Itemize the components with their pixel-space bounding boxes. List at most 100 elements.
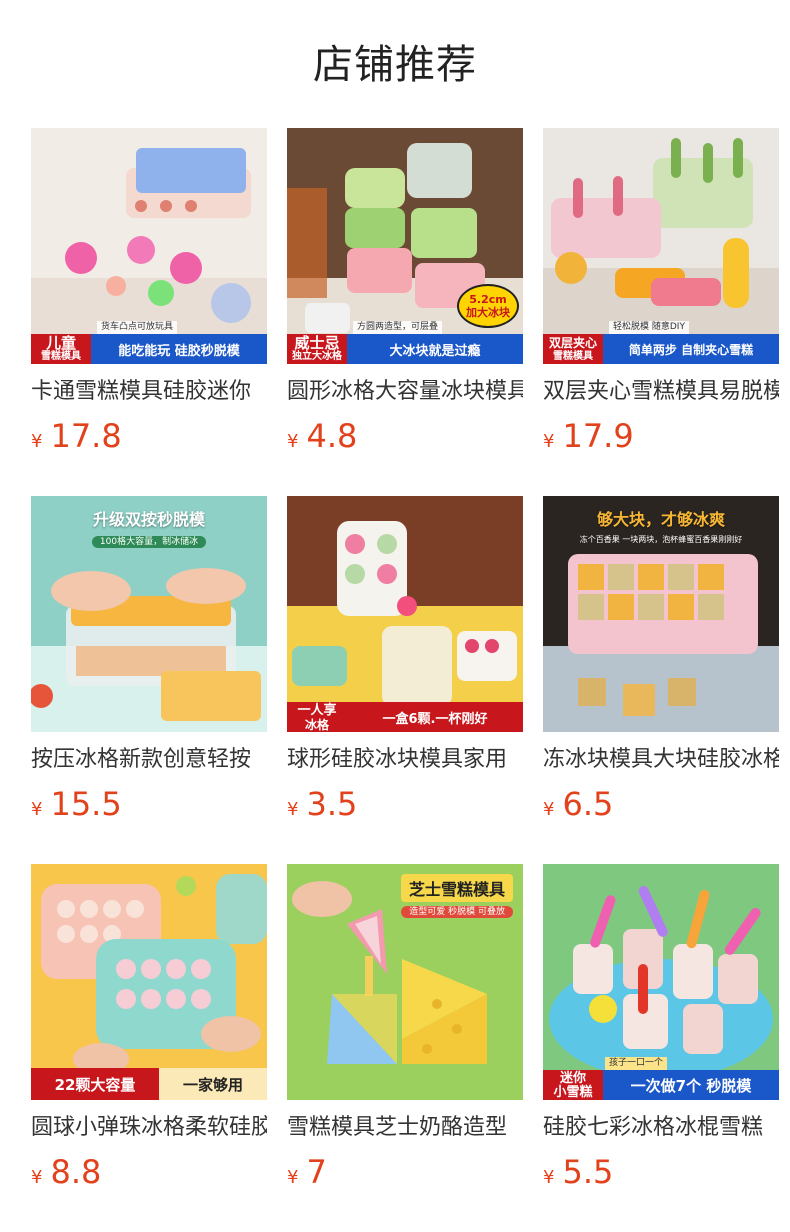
price-amount: 17.8 xyxy=(50,417,122,455)
product-image[interactable]: 孩子一口一个 迷你 小雪糕 一次做7个 秒脱模 xyxy=(543,864,779,1100)
image-banner: 一人享 冰格 一盒6颗.一杯刚好 xyxy=(287,702,523,732)
image-headline: 升级双按秒脱模 xyxy=(92,510,205,529)
product-price: ¥7 xyxy=(287,1152,523,1192)
product-price: ¥4.8 xyxy=(287,416,523,456)
product-card[interactable]: 孩子一口一个 迷你 小雪糕 一次做7个 秒脱模 硅胶七彩冰格冰棍雪糕 ¥5.5 xyxy=(543,864,779,1232)
product-grid: 货车凸点可放玩具 儿童 雪糕模具 能吃能玩 硅胶秒脱模 卡通雪糕模具硅胶迷你 ¥… xyxy=(31,128,779,1232)
currency-symbol: ¥ xyxy=(287,1167,299,1188)
product-image[interactable]: 5.2cm 加大冰块 方圆两造型，可层叠 威士忌 独立大冰格 大冰块就是过瘾 xyxy=(287,128,523,364)
product-image[interactable]: 升级双按秒脱模 100格大容量，制冰储冰 xyxy=(31,496,267,732)
image-subcaption: 货车凸点可放玩具 xyxy=(97,321,178,334)
image-tag-line1: 儿童 xyxy=(45,334,76,352)
product-price: ¥5.5 xyxy=(543,1152,779,1192)
price-amount: 8.8 xyxy=(50,1153,102,1191)
currency-symbol: ¥ xyxy=(543,1167,555,1188)
product-image[interactable]: 一人享 冰格 一盒6颗.一杯刚好 xyxy=(287,496,523,732)
image-subcaption: 方圆两造型，可层叠 xyxy=(353,321,443,334)
page-title: 店铺推荐 xyxy=(313,42,477,88)
image-banner: 双层夹心 雪糕模具 简单两步 自制夹心雪糕 xyxy=(543,334,779,364)
image-tag-line2: 独立大冰格 xyxy=(292,351,342,362)
product-price: ¥17.9 xyxy=(543,416,779,456)
image-slogan: 简单两步 自制夹心雪糕 xyxy=(603,334,779,364)
product-title[interactable]: 按压冰格新款创意轻按 xyxy=(31,742,267,778)
product-card[interactable]: 22颗大容量 一家够用 圆球小弹珠冰格柔软硅胶 ¥8.8 xyxy=(31,864,267,1232)
product-photo xyxy=(543,496,779,732)
image-headline: 芝士雪糕模具 xyxy=(400,874,513,902)
product-card[interactable]: 货车凸点可放玩具 儿童 雪糕模具 能吃能玩 硅胶秒脱模 卡通雪糕模具硅胶迷你 ¥… xyxy=(31,128,267,496)
product-card[interactable]: 轻松脱模 随意DIY 双层夹心 雪糕模具 简单两步 自制夹心雪糕 双层夹心雪糕模… xyxy=(543,128,779,496)
image-slogan-right: 一家够用 xyxy=(159,1068,267,1100)
product-price: ¥15.5 xyxy=(31,784,267,824)
product-price: ¥3.5 xyxy=(287,784,523,824)
product-image[interactable]: 轻松脱模 随意DIY 双层夹心 雪糕模具 简单两步 自制夹心雪糕 xyxy=(543,128,779,364)
image-slogan-left: 22颗大容量 xyxy=(31,1068,159,1100)
price-amount: 15.5 xyxy=(50,785,122,823)
image-tag: 双层夹心 雪糕模具 xyxy=(543,334,603,364)
image-tag: 儿童 雪糕模具 xyxy=(31,334,91,364)
price-amount: 6.5 xyxy=(562,785,614,823)
product-title[interactable]: 球形硅胶冰块模具家用 xyxy=(287,742,523,778)
product-title[interactable]: 硅胶七彩冰格冰棍雪糕 xyxy=(543,1110,779,1146)
image-tag-line2: 雪糕模具 xyxy=(553,351,593,362)
product-title[interactable]: 卡通雪糕模具硅胶迷你 xyxy=(31,374,267,410)
product-card[interactable]: 够大块，才够冰爽 冻个百香果 一块两块，泡杯蜂蜜百香果刚刚好 冻冰块模具大块硅胶… xyxy=(543,496,779,864)
image-banner: 22颗大容量 一家够用 xyxy=(31,1068,267,1100)
product-title[interactable]: 圆形冰格大容量冰块模具 xyxy=(287,374,523,410)
product-price: ¥17.8 xyxy=(31,416,267,456)
price-amount: 17.9 xyxy=(562,417,634,455)
price-amount: 4.8 xyxy=(306,417,358,455)
product-card[interactable]: 5.2cm 加大冰块 方圆两造型，可层叠 威士忌 独立大冰格 大冰块就是过瘾 圆… xyxy=(287,128,523,496)
price-amount: 5.5 xyxy=(562,1153,614,1191)
image-banner: 威士忌 独立大冰格 大冰块就是过瘾 xyxy=(287,334,523,364)
product-title[interactable]: 双层夹心雪糕模具易脱模 xyxy=(543,374,779,410)
image-tag: 威士忌 独立大冰格 xyxy=(287,334,347,364)
price-amount: 3.5 xyxy=(306,785,358,823)
image-tag-line1: 威士忌 xyxy=(294,334,340,352)
image-subcaption: 轻松脱模 随意DIY xyxy=(609,321,689,334)
image-tag-line2: 小雪糕 xyxy=(553,1085,593,1100)
product-photo xyxy=(31,496,267,732)
image-tag-line2: 雪糕模具 xyxy=(41,351,81,362)
currency-symbol: ¥ xyxy=(287,431,299,452)
image-tag-line1: 一人享 xyxy=(297,703,337,718)
product-image[interactable]: 货车凸点可放玩具 儿童 雪糕模具 能吃能玩 硅胶秒脱模 xyxy=(31,128,267,364)
product-price: ¥6.5 xyxy=(543,784,779,824)
size-badge-line2: 加大冰块 xyxy=(466,306,510,319)
image-subcaption: 孩子一口一个 xyxy=(605,1057,668,1070)
product-image[interactable]: 够大块，才够冰爽 冻个百香果 一块两块，泡杯蜂蜜百香果刚刚好 xyxy=(543,496,779,732)
currency-symbol: ¥ xyxy=(287,799,299,820)
image-slogan: 大冰块就是过瘾 xyxy=(347,334,523,364)
product-price: ¥8.8 xyxy=(31,1152,267,1192)
product-card[interactable]: 芝士雪糕模具 造型可爱 秒脱模 可叠放 雪糕模具芝士奶酪造型 ¥7 xyxy=(287,864,523,1232)
image-banner: 迷你 小雪糕 一次做7个 秒脱模 xyxy=(543,1070,779,1100)
image-banner: 儿童 雪糕模具 能吃能玩 硅胶秒脱模 xyxy=(31,334,267,364)
currency-symbol: ¥ xyxy=(543,799,555,820)
image-tag: 一人享 冰格 xyxy=(287,702,347,732)
image-tag-line2: 冰格 xyxy=(304,718,329,732)
image-subheadline: 造型可爱 秒脱模 可叠放 xyxy=(401,904,513,918)
image-slogan: 一次做7个 秒脱模 xyxy=(603,1070,779,1100)
image-subheadline: 100格大容量，制冰储冰 xyxy=(31,534,267,548)
product-image[interactable]: 22颗大容量 一家够用 xyxy=(31,864,267,1100)
image-subheadline: 冻个百香果 一块两块，泡杯蜂蜜百香果刚刚好 xyxy=(579,535,743,544)
size-badge: 5.2cm 加大冰块 xyxy=(457,284,519,328)
currency-symbol: ¥ xyxy=(543,431,555,452)
image-slogan: 能吃能玩 硅胶秒脱模 xyxy=(91,334,267,364)
image-tag-line1: 双层夹心 xyxy=(548,336,597,350)
size-badge-line1: 5.2cm xyxy=(469,293,507,306)
image-headline: 够大块，才够冰爽 xyxy=(596,510,725,529)
product-image[interactable]: 芝士雪糕模具 造型可爱 秒脱模 可叠放 xyxy=(287,864,523,1100)
product-title[interactable]: 冻冰块模具大块硅胶冰格 xyxy=(543,742,779,778)
product-title[interactable]: 雪糕模具芝士奶酪造型 xyxy=(287,1110,523,1146)
currency-symbol: ¥ xyxy=(31,431,43,452)
image-slogan: 一盒6颗.一杯刚好 xyxy=(347,702,523,732)
product-photo xyxy=(287,496,523,732)
product-card[interactable]: 一人享 冰格 一盒6颗.一杯刚好 球形硅胶冰块模具家用 ¥3.5 xyxy=(287,496,523,864)
product-photo xyxy=(31,864,267,1100)
currency-symbol: ¥ xyxy=(31,799,43,820)
product-card[interactable]: 升级双按秒脱模 100格大容量，制冰储冰 按压冰格新款创意轻按 ¥15.5 xyxy=(31,496,267,864)
product-title[interactable]: 圆球小弹珠冰格柔软硅胶 xyxy=(31,1110,267,1146)
price-amount: 7 xyxy=(306,1153,327,1191)
currency-symbol: ¥ xyxy=(31,1167,43,1188)
image-tag: 迷你 小雪糕 xyxy=(543,1070,603,1100)
